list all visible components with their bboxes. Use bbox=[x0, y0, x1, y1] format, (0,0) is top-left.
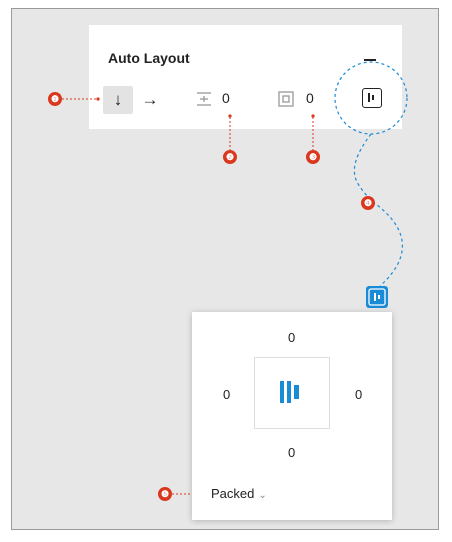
padding-right-value[interactable]: 0 bbox=[355, 387, 362, 402]
auto-layout-panel bbox=[89, 25, 402, 129]
distribution-select[interactable]: Packed ⌄ bbox=[211, 486, 267, 504]
collapse-minus-icon[interactable] bbox=[364, 54, 376, 66]
alignment-active-icon[interactable] bbox=[366, 286, 388, 308]
alignment-icon[interactable] bbox=[362, 88, 382, 108]
padding-value[interactable]: 0 bbox=[306, 90, 314, 106]
callout-2: ❷ bbox=[223, 150, 237, 164]
callout-4: ❹ bbox=[361, 196, 375, 210]
panel-title: Auto Layout bbox=[108, 50, 190, 66]
spacing-between-value[interactable]: 0 bbox=[222, 90, 230, 106]
padding-bottom-value[interactable]: 0 bbox=[288, 445, 295, 460]
packed-center-icon bbox=[280, 381, 299, 403]
padding-icon bbox=[278, 91, 294, 107]
spacing-between-icon bbox=[197, 92, 211, 106]
chevron-down-icon: ⌄ bbox=[258, 490, 267, 501]
alignment-grid[interactable] bbox=[254, 357, 330, 429]
direction-vertical-button[interactable]: ↓ bbox=[103, 86, 133, 114]
direction-horizontal-button[interactable]: → bbox=[138, 86, 162, 114]
callout-3: ❸ bbox=[306, 150, 320, 164]
padding-left-value[interactable]: 0 bbox=[223, 387, 230, 402]
callout-1: ❶ bbox=[48, 92, 62, 106]
distribution-value: Packed bbox=[211, 486, 255, 501]
padding-top-value[interactable]: 0 bbox=[288, 330, 295, 345]
callout-5: ❺ bbox=[158, 487, 172, 501]
